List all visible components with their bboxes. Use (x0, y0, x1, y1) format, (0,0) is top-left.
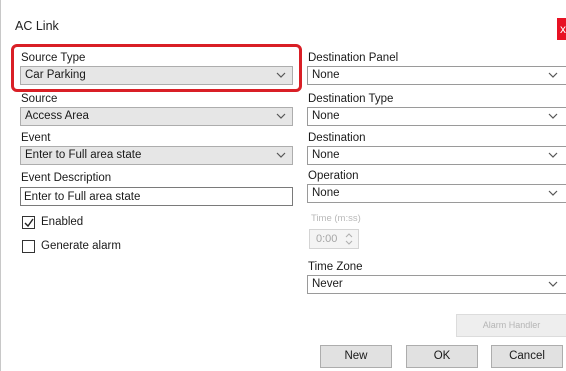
destination-label: Destination (308, 132, 366, 144)
cancel-button[interactable]: Cancel (491, 345, 563, 368)
destination-type-label: Destination Type (308, 93, 394, 105)
time-label: Time (m:ss) (311, 213, 361, 224)
destination-type-dropdown[interactable]: None (307, 107, 566, 126)
checkmark-icon (24, 218, 34, 228)
spin-arrows-icon (345, 233, 353, 245)
enabled-checkbox[interactable] (22, 216, 35, 229)
chevron-down-icon (548, 112, 558, 121)
event-description-input[interactable] (21, 188, 292, 205)
enabled-label: Enabled (41, 216, 84, 228)
close-icon: x (560, 22, 566, 36)
event-value: Enter to Full area state (25, 149, 142, 161)
source-type-highlight (11, 44, 302, 92)
event-dropdown[interactable]: Enter to Full area state (20, 146, 293, 165)
event-label: Event (21, 132, 51, 144)
operation-value: None (312, 187, 340, 199)
destination-dropdown[interactable]: None (307, 146, 566, 165)
destination-value: None (312, 149, 340, 161)
operation-label: Operation (308, 170, 359, 182)
ok-button[interactable]: OK (406, 345, 478, 368)
source-dropdown[interactable]: Access Area (20, 107, 293, 126)
destination-panel-label: Destination Panel (308, 52, 399, 64)
time-zone-dropdown[interactable]: Never (307, 275, 566, 294)
new-button[interactable]: New (320, 345, 392, 368)
source-label: Source (21, 93, 58, 105)
chevron-down-icon (548, 71, 558, 80)
generate-alarm-checkbox[interactable] (22, 240, 35, 253)
chevron-down-icon (548, 189, 558, 198)
destination-type-value: None (312, 110, 340, 122)
event-description-label: Event Description (21, 172, 112, 184)
operation-dropdown[interactable]: None (307, 184, 566, 203)
destination-panel-value: None (312, 69, 340, 81)
time-zone-value: Never (312, 278, 343, 290)
generate-alarm-label: Generate alarm (41, 240, 121, 252)
chevron-down-icon (276, 112, 286, 121)
chevron-down-icon (548, 280, 558, 289)
ac-link-dialog: AC Link x Source Type Car Parking Source… (0, 0, 566, 371)
time-value: 0:00 (316, 233, 338, 245)
chevron-down-icon (548, 151, 558, 160)
event-description-field[interactable] (20, 187, 293, 206)
window-title: AC Link (15, 19, 59, 33)
source-value: Access Area (25, 110, 89, 122)
close-button[interactable]: x (557, 18, 566, 40)
title-bar: AC Link x (1, 0, 566, 40)
alarm-handler-button[interactable]: Alarm Handler (456, 314, 566, 337)
time-zone-label: Time Zone (308, 261, 363, 273)
chevron-down-icon (276, 151, 286, 160)
destination-panel-dropdown[interactable]: None (307, 66, 566, 85)
time-spinner: 0:00 (309, 229, 359, 249)
